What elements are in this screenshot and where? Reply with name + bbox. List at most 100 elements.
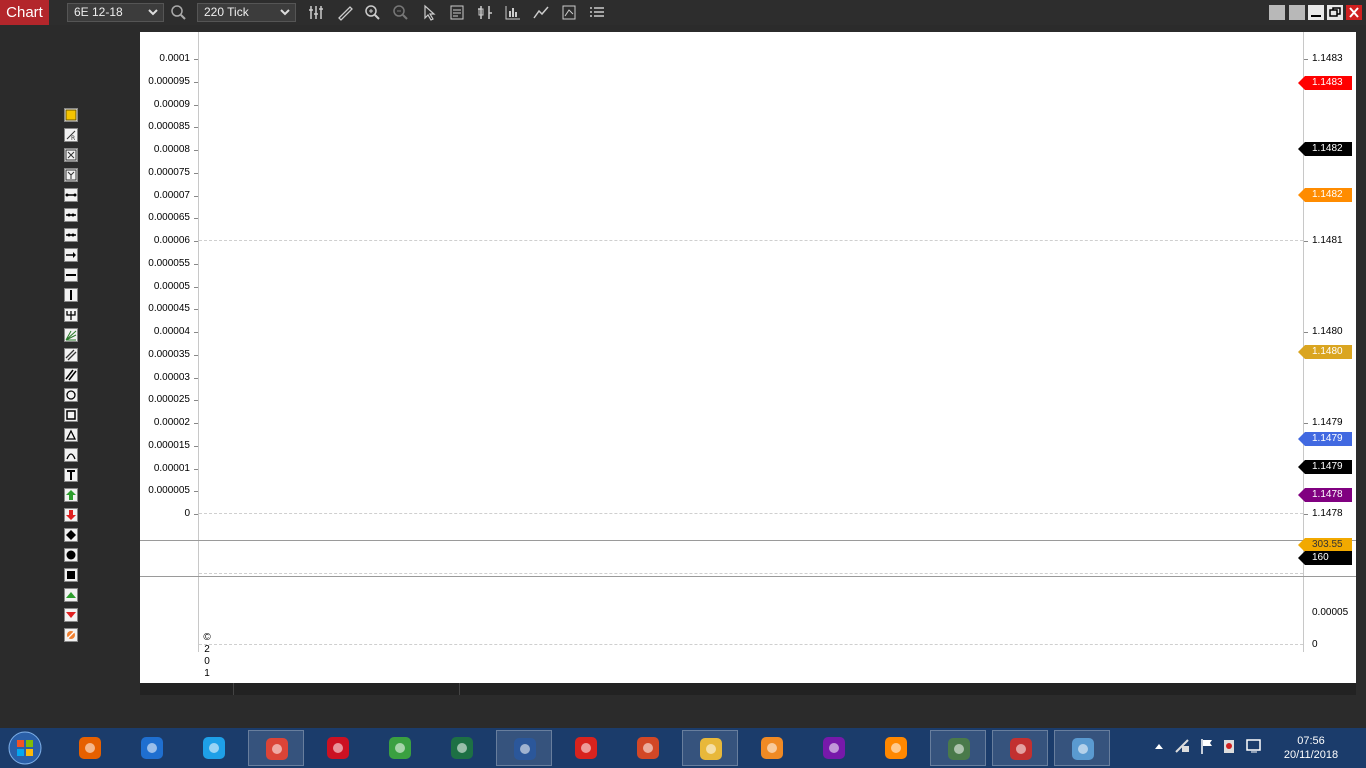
start-button[interactable] [5,730,45,766]
interval-selector[interactable]: 220 Tick [197,3,296,22]
tile-left-button[interactable] [1269,5,1285,20]
security-icon[interactable] [1221,736,1237,756]
diamond-icon[interactable] [64,528,78,542]
data-box-icon[interactable] [447,3,467,22]
andrews-pitchfork-icon[interactable] [64,308,78,322]
remove-drawings-icon[interactable] [64,628,78,642]
ruler-icon[interactable]: R [64,128,78,142]
volume-marker[interactable]: 303.55 [1298,538,1352,552]
taskbar-app-notepad[interactable] [372,730,428,766]
rectangle-icon[interactable] [64,408,78,422]
x-icon[interactable] [64,148,78,162]
drawing-pencil-icon[interactable] [335,3,355,22]
ray-icon[interactable] [64,208,78,222]
price-marker-value: 1.1479 [1312,461,1343,472]
price-marker[interactable]: 1.1478 [1298,488,1352,502]
svg-text:R: R [71,135,75,141]
dot-icon[interactable] [64,548,78,562]
zoom-in-icon[interactable] [363,3,383,22]
taskbar-app-thunderbird[interactable] [124,730,180,766]
search-icon[interactable] [169,3,189,22]
lower-axis-label: 0.00005 [1312,607,1349,618]
taskbar-app-vlc[interactable] [868,730,924,766]
minimize-button[interactable] [1308,5,1324,20]
system-clock[interactable]: 07:56 20/11/2018 [1276,734,1346,762]
arrow-line-icon[interactable] [64,248,78,262]
parallel-lines-icon[interactable] [64,368,78,382]
left-axis-label: 0.00006 [153,235,190,246]
y-icon[interactable] [64,168,78,182]
indicators-icon[interactable] [306,3,326,22]
display-icon[interactable] [1245,736,1263,756]
taskbar-app-onenote[interactable] [806,730,862,766]
grid-line [199,240,1303,241]
left-axis-tick [194,423,198,424]
price-marker[interactable]: 1.1482 [1298,142,1352,156]
triangle-up-icon[interactable] [64,588,78,602]
vertical-line-icon[interactable] [64,288,78,302]
price-marker-value: 1.1478 [1312,489,1343,500]
taskbar-app-chrome[interactable] [248,730,304,766]
right-axis-tick [1304,514,1308,515]
price-marker[interactable]: 1.1480 [1298,345,1352,359]
global-draw-object-icon[interactable] [64,108,78,122]
taskbar-app-word[interactable] [496,730,552,766]
taskbar-app-opera[interactable] [310,730,366,766]
line-icon[interactable] [64,188,78,202]
taskbar-app-file-explorer[interactable] [682,730,738,766]
copyright-char: 1 [204,668,210,679]
taskbar-app-terminal[interactable] [930,730,986,766]
taskbar-app-ninjatrader[interactable] [992,730,1048,766]
ellipse-icon[interactable] [64,388,78,402]
taskbar-app-excel[interactable] [434,730,490,766]
horizontal-line-icon[interactable] [64,268,78,282]
price-marker[interactable]: 1.1483 [1298,76,1352,90]
bar-chart-icon[interactable] [503,3,523,22]
tile-right-button[interactable] [1289,5,1305,20]
restore-icon [1329,7,1341,17]
volume-marker[interactable]: 160 [1298,551,1352,565]
price-marker[interactable]: 1.1479 [1298,432,1352,446]
line-chart-icon[interactable] [531,3,551,22]
instrument-selector[interactable]: 6E 12-18 [67,3,164,22]
restore-button[interactable] [1327,5,1343,20]
regression-channel-icon[interactable] [64,348,78,362]
zoom-out-icon[interactable] [391,3,411,22]
action-center-flag-icon[interactable] [1199,736,1215,756]
copyright-char: 2 [204,644,210,655]
extended-line-icon[interactable] [64,228,78,242]
square-icon[interactable] [64,568,78,582]
pointer-icon[interactable] [419,3,439,22]
left-axis-tick [194,81,198,83]
taskbar-app-powerpoint[interactable] [620,730,676,766]
gann-fan-icon[interactable] [64,328,78,342]
taskbar-app-internet-explorer[interactable] [186,730,242,766]
arrow-down-icon[interactable] [64,508,78,522]
left-axis-label: 0.00003 [153,371,190,383]
chart-tab[interactable]: Chart [0,0,49,25]
left-axis-label: 0.00004 [153,326,190,337]
network-icon[interactable] [1174,736,1192,756]
close-button[interactable] [1346,5,1362,20]
left-axis-label: 0.0001 [159,53,190,64]
price-marker[interactable]: 1.1479 [1298,460,1352,474]
strategy-icon[interactable] [559,3,579,22]
price-panel-separator[interactable] [140,540,1356,541]
chart-panel[interactable]: 0.0001 0.000095 0.00009 0.000085 0.00008 0.00… [140,32,1356,683]
triangle-down-icon[interactable] [64,608,78,622]
taskbar-app-acrobat[interactable] [558,730,614,766]
taskbar-app-photos[interactable] [1054,730,1110,766]
arrow-up-icon[interactable] [64,488,78,502]
show-hidden-icons-icon[interactable] [1153,736,1165,756]
arc-icon[interactable] [64,448,78,462]
price-marker-value: 1.1482 [1312,143,1343,154]
properties-list-icon[interactable] [587,3,607,22]
taskbar-app-media-player[interactable] [744,730,800,766]
volume-panel-separator[interactable] [140,576,1356,577]
taskbar-app-firefox[interactable] [62,730,118,766]
triangle-icon[interactable] [64,428,78,442]
text-icon[interactable] [64,468,78,482]
price-marker-value: 1.1480 [1312,346,1343,357]
price-marker[interactable]: 1.1482 [1298,188,1352,202]
chart-style-icon[interactable] [475,3,495,22]
